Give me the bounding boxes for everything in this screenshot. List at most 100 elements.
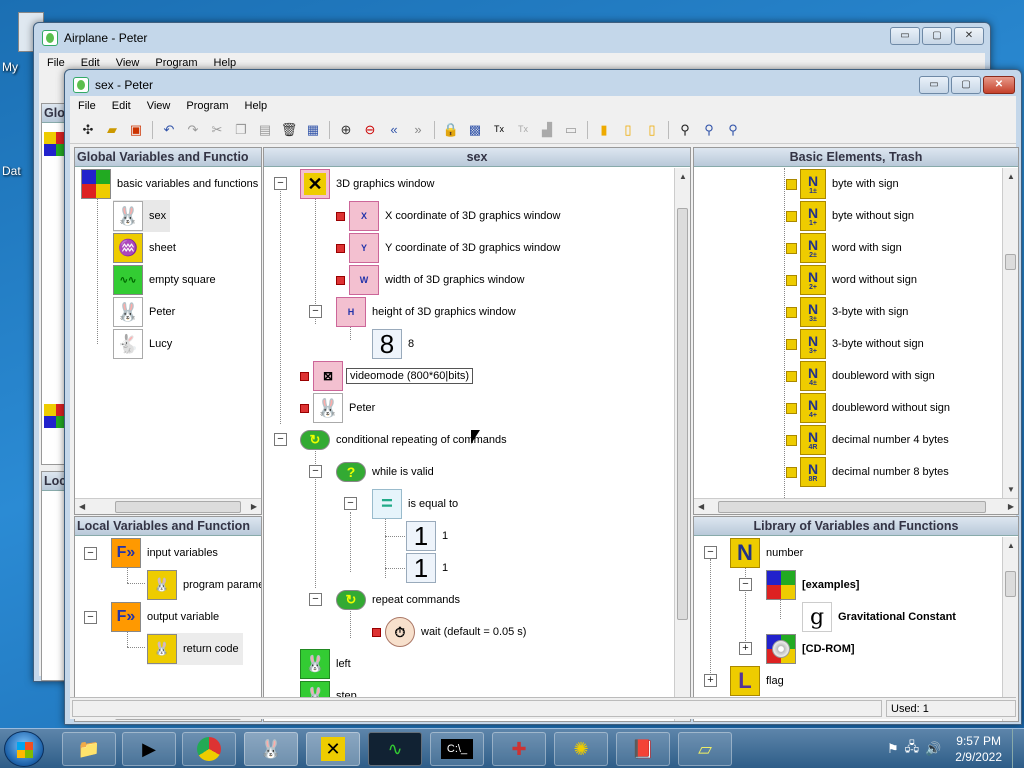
menu-program[interactable]: Program: [178, 100, 236, 112]
library-vscrollbar[interactable]: ▲ ▼: [1002, 537, 1018, 721]
lock-open2-icon[interactable]: ▯: [642, 120, 662, 140]
menu-help[interactable]: Help: [237, 100, 276, 112]
airplane-menu-view[interactable]: View: [108, 57, 148, 69]
tree-item-width[interactable]: W width of 3D graphics window: [336, 264, 524, 296]
tree-item-value-1a[interactable]: 1 1: [406, 520, 448, 552]
library-item-gravitational-constant[interactable]: g Gravitational Constant: [802, 601, 956, 633]
picture-icon[interactable]: ▭: [561, 120, 581, 140]
open-icon[interactable]: ▰: [102, 120, 122, 140]
scroll-thumb[interactable]: [1005, 571, 1016, 597]
collapse-toggle[interactable]: −: [84, 611, 97, 624]
lock-open-icon[interactable]: ▯: [618, 120, 638, 140]
forward-icon[interactable]: »: [408, 120, 428, 140]
collapse-toggle[interactable]: −: [309, 465, 322, 478]
airplane-titlebar[interactable]: Airplane - Peter ▭ ▢ ✕: [34, 23, 990, 53]
text-disabled-icon[interactable]: Tx: [513, 120, 533, 140]
global-hscrollbar[interactable]: ◀ ▶: [75, 498, 261, 514]
tree-item-3d-graphics-window[interactable]: ✕ 3D graphics window: [300, 168, 434, 200]
basic-item[interactable]: N 3± 3-byte with sign: [786, 296, 908, 328]
program-vscrollbar[interactable]: ▲ ▼: [674, 168, 690, 721]
library-item-examples[interactable]: [examples]: [766, 569, 859, 601]
airplane-menu-help[interactable]: Help: [206, 57, 245, 69]
basic-hscrollbar[interactable]: ◀ ▶: [694, 498, 1018, 514]
grid-icon[interactable]: ▩: [465, 120, 485, 140]
start-button[interactable]: [4, 731, 44, 767]
show-desktop-button[interactable]: [1012, 729, 1024, 768]
collapse-toggle[interactable]: −: [739, 578, 752, 591]
collapse-toggle[interactable]: −: [84, 547, 97, 560]
save-icon[interactable]: ▣: [126, 120, 146, 140]
explorer-icon[interactable]: 📁: [62, 732, 116, 766]
airplane-menu-edit[interactable]: Edit: [73, 57, 108, 69]
collapse-toggle[interactable]: −: [309, 305, 322, 318]
basic-item[interactable]: N 3+ 3-byte without sign: [786, 328, 924, 360]
tree-item-empty-square[interactable]: ∿∿ empty square: [113, 264, 216, 296]
menu-view[interactable]: View: [139, 100, 179, 112]
tree-item-value-1b[interactable]: 1 1: [406, 552, 448, 584]
volume-icon[interactable]: 🔊: [925, 741, 941, 757]
tree-item-lucy[interactable]: 🐇 Lucy: [113, 328, 172, 360]
tree-item-height[interactable]: H height of 3D graphics window: [336, 296, 516, 328]
tree-item-is-equal[interactable]: = is equal to: [372, 488, 458, 520]
collapse-toggle[interactable]: −: [344, 497, 357, 510]
peter-rabbit-icon[interactable]: 🐰: [244, 732, 298, 766]
undo-icon[interactable]: ↶: [159, 120, 179, 140]
network-icon[interactable]: 🖧: [905, 738, 920, 760]
tree-item-basic-variables[interactable]: basic variables and functions: [81, 168, 258, 200]
airplane-close-button[interactable]: ✕: [954, 27, 984, 45]
text-icon[interactable]: Tx: [489, 120, 509, 140]
library-item-number[interactable]: N number: [730, 537, 803, 569]
paste-icon[interactable]: ▤: [255, 120, 275, 140]
back-icon[interactable]: «: [384, 120, 404, 140]
cut-icon[interactable]: ✂: [207, 120, 227, 140]
scroll-thumb[interactable]: [1005, 254, 1016, 270]
find-next-icon[interactable]: ⚲: [699, 120, 719, 140]
tree-item-sex[interactable]: 🐰 sex: [113, 200, 171, 232]
tree-item-program-param[interactable]: 🐰 program parame: [147, 569, 261, 601]
library-item-cd-rom[interactable]: [CD-ROM]: [766, 633, 855, 665]
collapse-toggle[interactable]: −: [274, 177, 287, 190]
select-icon[interactable]: ▦: [303, 120, 323, 140]
minimize-button[interactable]: ▭: [919, 76, 949, 94]
basic-item[interactable]: N 2+ word without sign: [786, 264, 917, 296]
redo-icon[interactable]: ↷: [183, 120, 203, 140]
delete-icon[interactable]: 🗑: [279, 120, 299, 140]
basic-item[interactable]: N 1+ byte without sign: [786, 200, 914, 232]
tree-item-input-variables[interactable]: F» input variables: [111, 537, 218, 569]
chrome-icon[interactable]: [182, 732, 236, 766]
sticky-notes-icon[interactable]: ▱: [678, 732, 732, 766]
oscilloscope-icon[interactable]: ∿: [368, 732, 422, 766]
basic-item[interactable]: N 4± doubleword with sign: [786, 360, 935, 392]
tree-item-repeat-commands[interactable]: ↻ repeat commands: [336, 584, 460, 616]
lock-icon[interactable]: 🔒: [441, 120, 461, 140]
lock-yellow-icon[interactable]: ▮: [594, 120, 614, 140]
find-icon[interactable]: ⚲: [675, 120, 695, 140]
tree-item-while-valid[interactable]: ? while is valid: [336, 456, 434, 488]
collapse-toggle[interactable]: −: [274, 433, 287, 446]
expand-toggle[interactable]: +: [739, 642, 752, 655]
cmd-icon[interactable]: C:\_: [430, 732, 484, 766]
maximize-button[interactable]: ▢: [951, 76, 981, 94]
exec-icon[interactable]: ✣: [78, 120, 98, 140]
tree-item-left[interactable]: 🐰 left: [300, 648, 351, 680]
scroll-thumb[interactable]: [115, 501, 241, 513]
basic-item[interactable]: N 1± byte with sign: [786, 168, 899, 200]
basic-item[interactable]: N 4R decimal number 4 bytes: [786, 424, 949, 456]
expand-toggle[interactable]: +: [704, 674, 717, 687]
library-item-flag[interactable]: L flag: [730, 665, 784, 697]
basic-item[interactable]: N 8R decimal number 8 bytes: [786, 456, 949, 488]
menu-edit[interactable]: Edit: [104, 100, 139, 112]
find-prev-icon[interactable]: ⚲: [723, 120, 743, 140]
paint-icon[interactable]: ▟: [537, 120, 557, 140]
close-button[interactable]: ✕: [983, 76, 1015, 94]
airplane-menu-program[interactable]: Program: [147, 57, 205, 69]
airplane-maximize-button[interactable]: ▢: [922, 27, 952, 45]
tree-item-y-coordinate[interactable]: Y Y coordinate of 3D graphics window: [336, 232, 560, 264]
basic-vscrollbar[interactable]: ▲ ▼: [1002, 168, 1018, 498]
scroll-thumb[interactable]: [718, 501, 986, 513]
menu-file[interactable]: File: [70, 100, 104, 112]
puzzle-icon[interactable]: ✚: [492, 732, 546, 766]
airplane-minimize-button[interactable]: ▭: [890, 27, 920, 45]
tree-item-return-code[interactable]: 🐰 return code: [147, 633, 243, 665]
tree-label-editing[interactable]: videomode (800*60|bits): [346, 368, 474, 384]
